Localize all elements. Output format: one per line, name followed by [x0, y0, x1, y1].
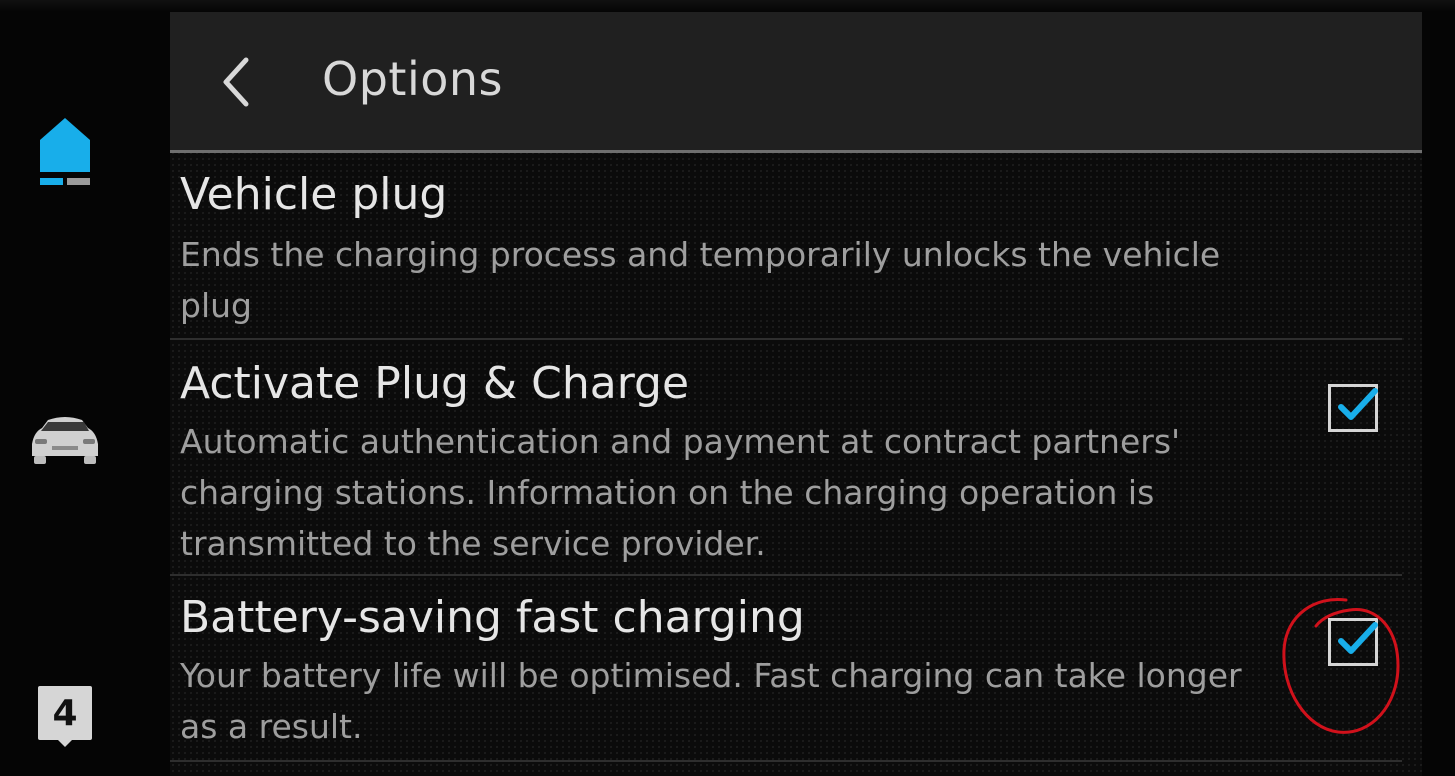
option-title: Battery-saving fast charging	[180, 592, 805, 643]
page-number-badge[interactable]: 4	[38, 686, 92, 740]
option-vehicle-plug[interactable]: Vehicle plug Ends the charging process a…	[170, 153, 1402, 340]
option-description: Your battery life will be optimised. Fas…	[180, 656, 1242, 746]
home-icon[interactable]	[38, 116, 92, 186]
checkmark-icon	[1338, 388, 1378, 420]
option-battery-saving-fast-charging[interactable]: Battery-saving fast charging Your batter…	[170, 576, 1402, 762]
option-description: Automatic authentication and payment at …	[180, 422, 1181, 563]
header-bar: Options	[170, 12, 1422, 153]
option-title: Vehicle plug	[180, 169, 448, 220]
badge-pointer	[57, 739, 73, 747]
top-shade	[0, 0, 1455, 12]
option-plug-and-charge[interactable]: Activate Plug & Charge Automatic authent…	[170, 340, 1402, 576]
option-title: Activate Plug & Charge	[180, 358, 690, 409]
chevron-left-icon	[223, 57, 249, 107]
charging-options-screen: 4 Options Vehicle plug Ends the charging…	[0, 0, 1455, 776]
option-description: Ends the charging process and temporaril…	[180, 235, 1221, 325]
back-button[interactable]	[214, 52, 258, 112]
annotation-circle	[1282, 597, 1400, 734]
plug-and-charge-checkbox[interactable]	[1328, 384, 1378, 432]
car-icon[interactable]	[26, 414, 104, 466]
page-title: Options	[322, 52, 503, 106]
options-panel: Options Vehicle plug Ends the charging p…	[170, 12, 1422, 776]
